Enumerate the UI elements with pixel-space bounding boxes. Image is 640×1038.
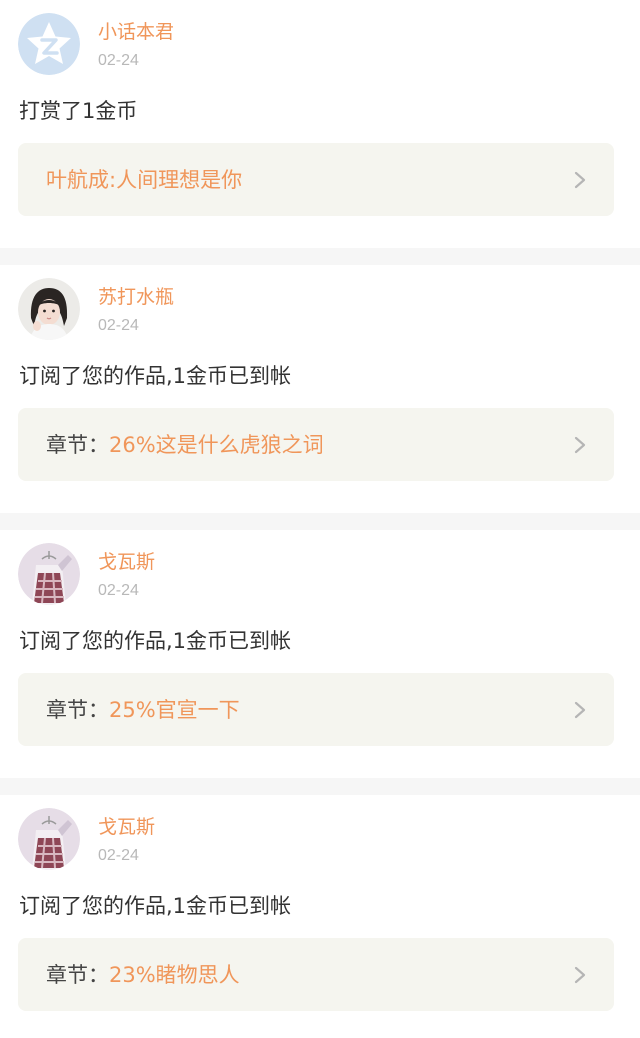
chapter-title: 25%官宣一下 xyxy=(109,698,240,722)
chevron-right-icon xyxy=(574,701,586,719)
avatar[interactable] xyxy=(18,543,80,605)
chevron-right-icon xyxy=(574,171,586,189)
qq-zone-star-icon xyxy=(18,13,80,75)
notification-card: 戈瓦斯 02-24 订阅了您的作品,1金币已到帐 章节：23%睹物思人 xyxy=(0,795,640,1038)
avatar[interactable] xyxy=(18,13,80,75)
link-text: 章节：25%官宣一下 xyxy=(46,695,240,725)
chapter-prefix: 章节： xyxy=(46,963,109,987)
action-text: 订阅了您的作品,1金币已到帐 xyxy=(19,629,292,653)
link-text: 章节：23%睹物思人 xyxy=(46,960,240,990)
link-text: 章节：26%这是什么虎狼之词 xyxy=(46,430,324,460)
notification-card: 戈瓦斯 02-24 订阅了您的作品,1金币已到帐 章节：25%官宣一下 xyxy=(0,530,640,778)
chapter-prefix: 章节： xyxy=(46,433,109,457)
chapter-link[interactable]: 章节：23%睹物思人 xyxy=(18,938,614,1011)
work-title: 叶航成:人间理想是你 xyxy=(46,168,243,192)
notification-card: 小话本君 02-24 打赏了1金币 叶航成:人间理想是你 xyxy=(0,0,640,248)
chevron-right-icon xyxy=(574,966,586,984)
timestamp: 02-24 xyxy=(98,582,139,599)
timestamp: 02-24 xyxy=(98,52,139,69)
chapter-prefix: 章节： xyxy=(46,698,109,722)
action-text: 订阅了您的作品,1金币已到帐 xyxy=(19,894,292,918)
timestamp: 02-24 xyxy=(98,317,139,334)
plaid-clothes-icon xyxy=(18,543,80,605)
chapter-title: 26%这是什么虎狼之词 xyxy=(109,433,324,457)
notification-card: 苏打水瓶 02-24 订阅了您的作品,1金币已到帐 章节：26%这是什么虎狼之词 xyxy=(0,265,640,513)
avatar[interactable] xyxy=(18,278,80,340)
username[interactable]: 苏打水瓶 xyxy=(98,285,174,309)
action-text: 打赏了1金币 xyxy=(19,99,138,123)
link-text: 叶航成:人间理想是你 xyxy=(46,165,242,195)
username[interactable]: 小话本君 xyxy=(98,20,174,44)
username[interactable]: 戈瓦斯 xyxy=(98,550,155,574)
work-link[interactable]: 叶航成:人间理想是你 xyxy=(18,143,614,216)
action-text: 订阅了您的作品,1金币已到帐 xyxy=(19,364,292,388)
timestamp: 02-24 xyxy=(98,847,139,864)
chevron-right-icon xyxy=(574,436,586,454)
chapter-title: 23%睹物思人 xyxy=(109,963,240,987)
username[interactable]: 戈瓦斯 xyxy=(98,815,155,839)
chapter-link[interactable]: 章节：26%这是什么虎狼之词 xyxy=(18,408,614,481)
girl-photo-icon xyxy=(18,278,80,340)
avatar[interactable] xyxy=(18,808,80,870)
chapter-link[interactable]: 章节：25%官宣一下 xyxy=(18,673,614,746)
plaid-clothes-icon xyxy=(18,808,80,870)
